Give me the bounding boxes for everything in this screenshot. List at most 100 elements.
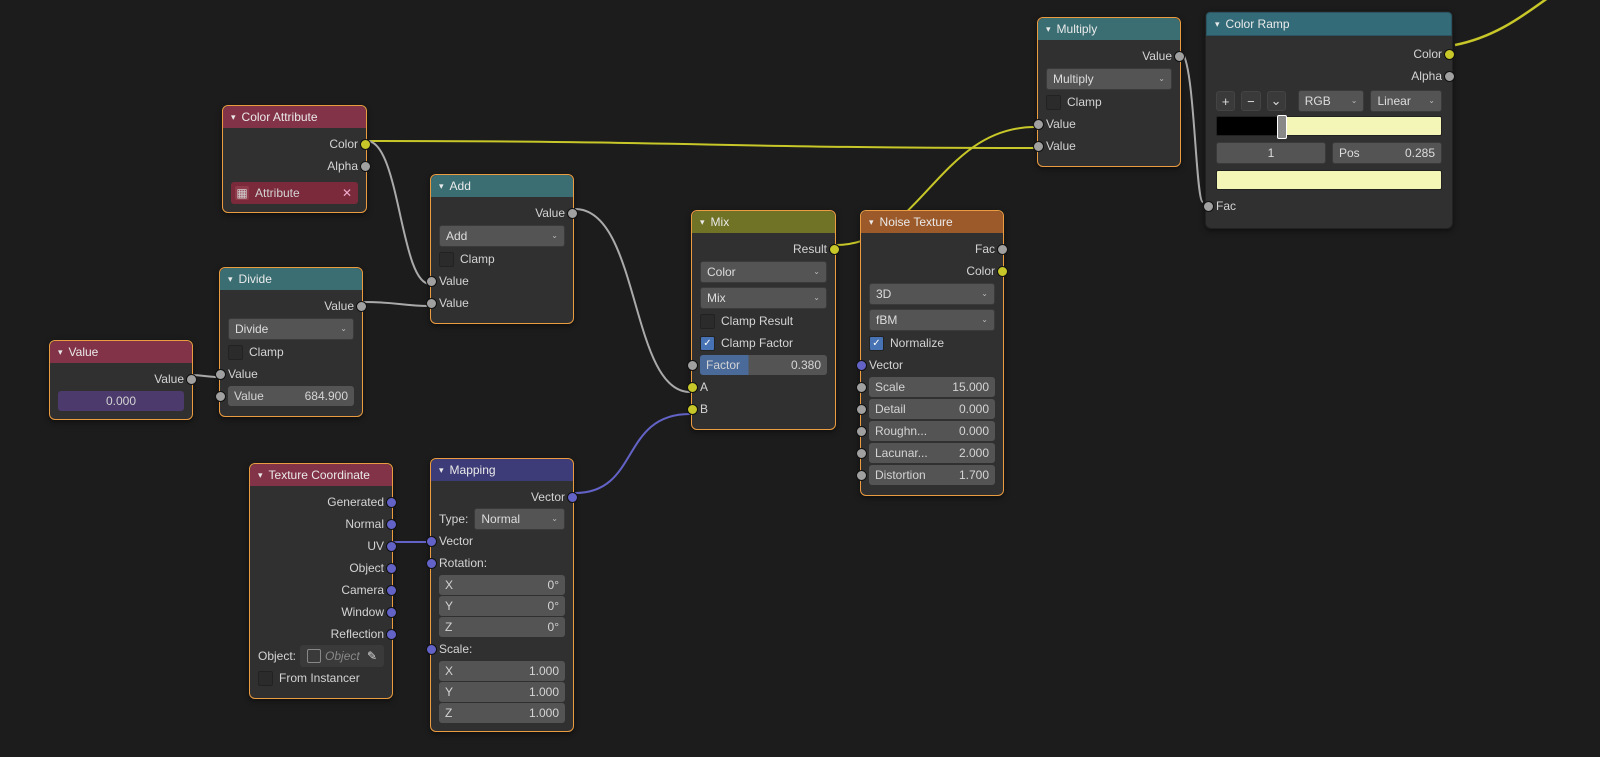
socket-in-value1[interactable] xyxy=(1033,119,1044,130)
socket-out-result[interactable] xyxy=(829,244,840,255)
add-stop-button[interactable]: + xyxy=(1216,91,1235,111)
node-header[interactable]: ▾Add xyxy=(431,175,573,197)
socket-out-generated[interactable] xyxy=(386,497,397,508)
socket-out-value[interactable] xyxy=(186,374,197,385)
clamp-result-check[interactable]: Clamp Result xyxy=(700,311,827,331)
socket-in-vector[interactable] xyxy=(856,360,867,371)
attribute-field[interactable]: ▦ Attribute ✕ xyxy=(231,182,358,204)
socket-in-rotation[interactable] xyxy=(426,558,437,569)
socket-out-color[interactable] xyxy=(1444,49,1455,60)
socket-in-scale[interactable] xyxy=(426,644,437,655)
blend-select[interactable]: Mix⌄ xyxy=(700,287,827,309)
dim-select[interactable]: 3D⌄ xyxy=(869,283,995,305)
socket-out-camera[interactable] xyxy=(386,585,397,596)
mode-select[interactable]: RGB⌄ xyxy=(1298,90,1365,112)
operation-select[interactable]: Divide⌄ xyxy=(228,318,354,340)
eyedropper-icon[interactable]: ✎ xyxy=(367,646,377,666)
socket-out-color[interactable] xyxy=(997,266,1008,277)
socket-out-object[interactable] xyxy=(386,563,397,574)
node-mapping[interactable]: ▾Mapping Vector Type:Normal⌄ Vector Rota… xyxy=(430,458,574,732)
type-select[interactable]: Normal⌄ xyxy=(474,508,565,530)
detail-field[interactable]: Detail0.000 xyxy=(869,399,995,419)
socket-out-uv[interactable] xyxy=(386,541,397,552)
socket-in-detail[interactable] xyxy=(856,404,867,415)
clamp-check[interactable]: Clamp xyxy=(1046,92,1172,112)
stop-pos-field[interactable]: Pos0.285 xyxy=(1332,142,1442,164)
value-slider[interactable]: 0.000 xyxy=(58,391,184,411)
node-color-ramp[interactable]: ▾Color Ramp Color Alpha + − ⌄ RGB⌄ Linea… xyxy=(1205,11,1453,229)
stop-color-swatch[interactable] xyxy=(1216,170,1442,190)
value-field[interactable]: Value684.900 xyxy=(228,386,354,406)
socket-out-value[interactable] xyxy=(356,301,367,312)
node-header[interactable]: ▾Mapping xyxy=(431,459,573,481)
close-icon[interactable]: ✕ xyxy=(340,186,354,200)
object-field[interactable]: Object ✎ xyxy=(300,645,384,667)
socket-out-value[interactable] xyxy=(567,208,578,219)
socket-out-vector[interactable] xyxy=(567,492,578,503)
socket-in-scale[interactable] xyxy=(856,382,867,393)
clamp-factor-check[interactable]: ✓Clamp Factor xyxy=(700,333,827,353)
node-header[interactable]: ▾Noise Texture xyxy=(861,211,1003,233)
socket-out-color[interactable] xyxy=(360,139,371,150)
node-header[interactable]: ▾Texture Coordinate xyxy=(250,464,392,486)
operation-select[interactable]: Add⌄ xyxy=(439,225,565,247)
rot-x[interactable]: X0° xyxy=(439,575,565,595)
roughness-field[interactable]: Roughn...0.000 xyxy=(869,421,995,441)
socket-in-vector[interactable] xyxy=(426,536,437,547)
socket-in-value2[interactable] xyxy=(1033,141,1044,152)
node-value[interactable]: ▾Value Value 0.000 xyxy=(49,340,193,420)
node-add[interactable]: ▾Add Value Add⌄ Clamp Value Value xyxy=(430,174,574,324)
node-noise-texture[interactable]: ▾Noise Texture Fac Color 3D⌄ fBM⌄ ✓Norma… xyxy=(860,210,1004,496)
scale-z[interactable]: Z1.000 xyxy=(439,703,565,723)
socket-out-window[interactable] xyxy=(386,607,397,618)
node-header[interactable]: ▾Color Attribute xyxy=(223,106,366,128)
color-ramp-gradient[interactable] xyxy=(1216,116,1442,136)
node-color-attribute[interactable]: ▾Color Attribute Color Alpha ▦ Attribute… xyxy=(222,105,367,213)
socket-out-value[interactable] xyxy=(1174,51,1185,62)
from-instancer-check[interactable]: From Instancer xyxy=(258,668,384,688)
socket-out-fac[interactable] xyxy=(997,244,1008,255)
lacunarity-field[interactable]: Lacunar...2.000 xyxy=(869,443,995,463)
node-divide[interactable]: ▾Divide Value Divide⌄ Clamp Value Value6… xyxy=(219,267,363,417)
distortion-field[interactable]: Distortion1.700 xyxy=(869,465,995,485)
socket-in-distortion[interactable] xyxy=(856,470,867,481)
type-select[interactable]: fBM⌄ xyxy=(869,309,995,331)
socket-in-value[interactable] xyxy=(215,369,226,380)
node-header[interactable]: ▾Color Ramp xyxy=(1206,12,1452,36)
scale-field[interactable]: Scale15.000 xyxy=(869,377,995,397)
node-texture-coordinate[interactable]: ▾Texture Coordinate Generated Normal UV … xyxy=(249,463,393,699)
factor-slider[interactable]: Factor0.380 xyxy=(700,355,827,375)
socket-in-roughness[interactable] xyxy=(856,426,867,437)
socket-in-b[interactable] xyxy=(687,404,698,415)
socket-in-value2[interactable] xyxy=(426,298,437,309)
socket-in-a[interactable] xyxy=(687,382,698,393)
scale-x[interactable]: X1.000 xyxy=(439,661,565,681)
node-header[interactable]: ▾Mix xyxy=(692,211,835,233)
datatype-select[interactable]: Color⌄ xyxy=(700,261,827,283)
socket-in-factor[interactable] xyxy=(687,360,698,371)
interp-select[interactable]: Linear⌄ xyxy=(1370,90,1442,112)
rot-y[interactable]: Y0° xyxy=(439,596,565,616)
dropdown-button[interactable]: ⌄ xyxy=(1267,91,1286,111)
node-mix[interactable]: ▾Mix Result Color⌄ Mix⌄ Clamp Result ✓Cl… xyxy=(691,210,836,430)
socket-out-normal[interactable] xyxy=(386,519,397,530)
stop-index-field[interactable]: 1 xyxy=(1216,142,1326,164)
node-multiply[interactable]: ▾Multiply Value Multiply⌄ Clamp Value Va… xyxy=(1037,17,1181,167)
socket-out-reflection[interactable] xyxy=(386,629,397,640)
scale-y[interactable]: Y1.000 xyxy=(439,682,565,702)
socket-out-alpha[interactable] xyxy=(360,161,371,172)
socket-out-alpha[interactable] xyxy=(1444,71,1455,82)
normalize-check[interactable]: ✓Normalize xyxy=(869,333,995,353)
clamp-check[interactable]: Clamp xyxy=(439,249,565,269)
remove-stop-button[interactable]: − xyxy=(1241,91,1260,111)
node-header[interactable]: ▾Multiply xyxy=(1038,18,1180,40)
clamp-check[interactable]: Clamp xyxy=(228,342,354,362)
rot-z[interactable]: Z0° xyxy=(439,617,565,637)
node-header[interactable]: ▾Value xyxy=(50,341,192,363)
socket-in-fac[interactable] xyxy=(1203,201,1214,212)
node-header[interactable]: ▾Divide xyxy=(220,268,362,290)
operation-select[interactable]: Multiply⌄ xyxy=(1046,68,1172,90)
color-stop-handle[interactable] xyxy=(1277,115,1287,139)
socket-in-value1[interactable] xyxy=(426,276,437,287)
socket-in-lacunarity[interactable] xyxy=(856,448,867,459)
